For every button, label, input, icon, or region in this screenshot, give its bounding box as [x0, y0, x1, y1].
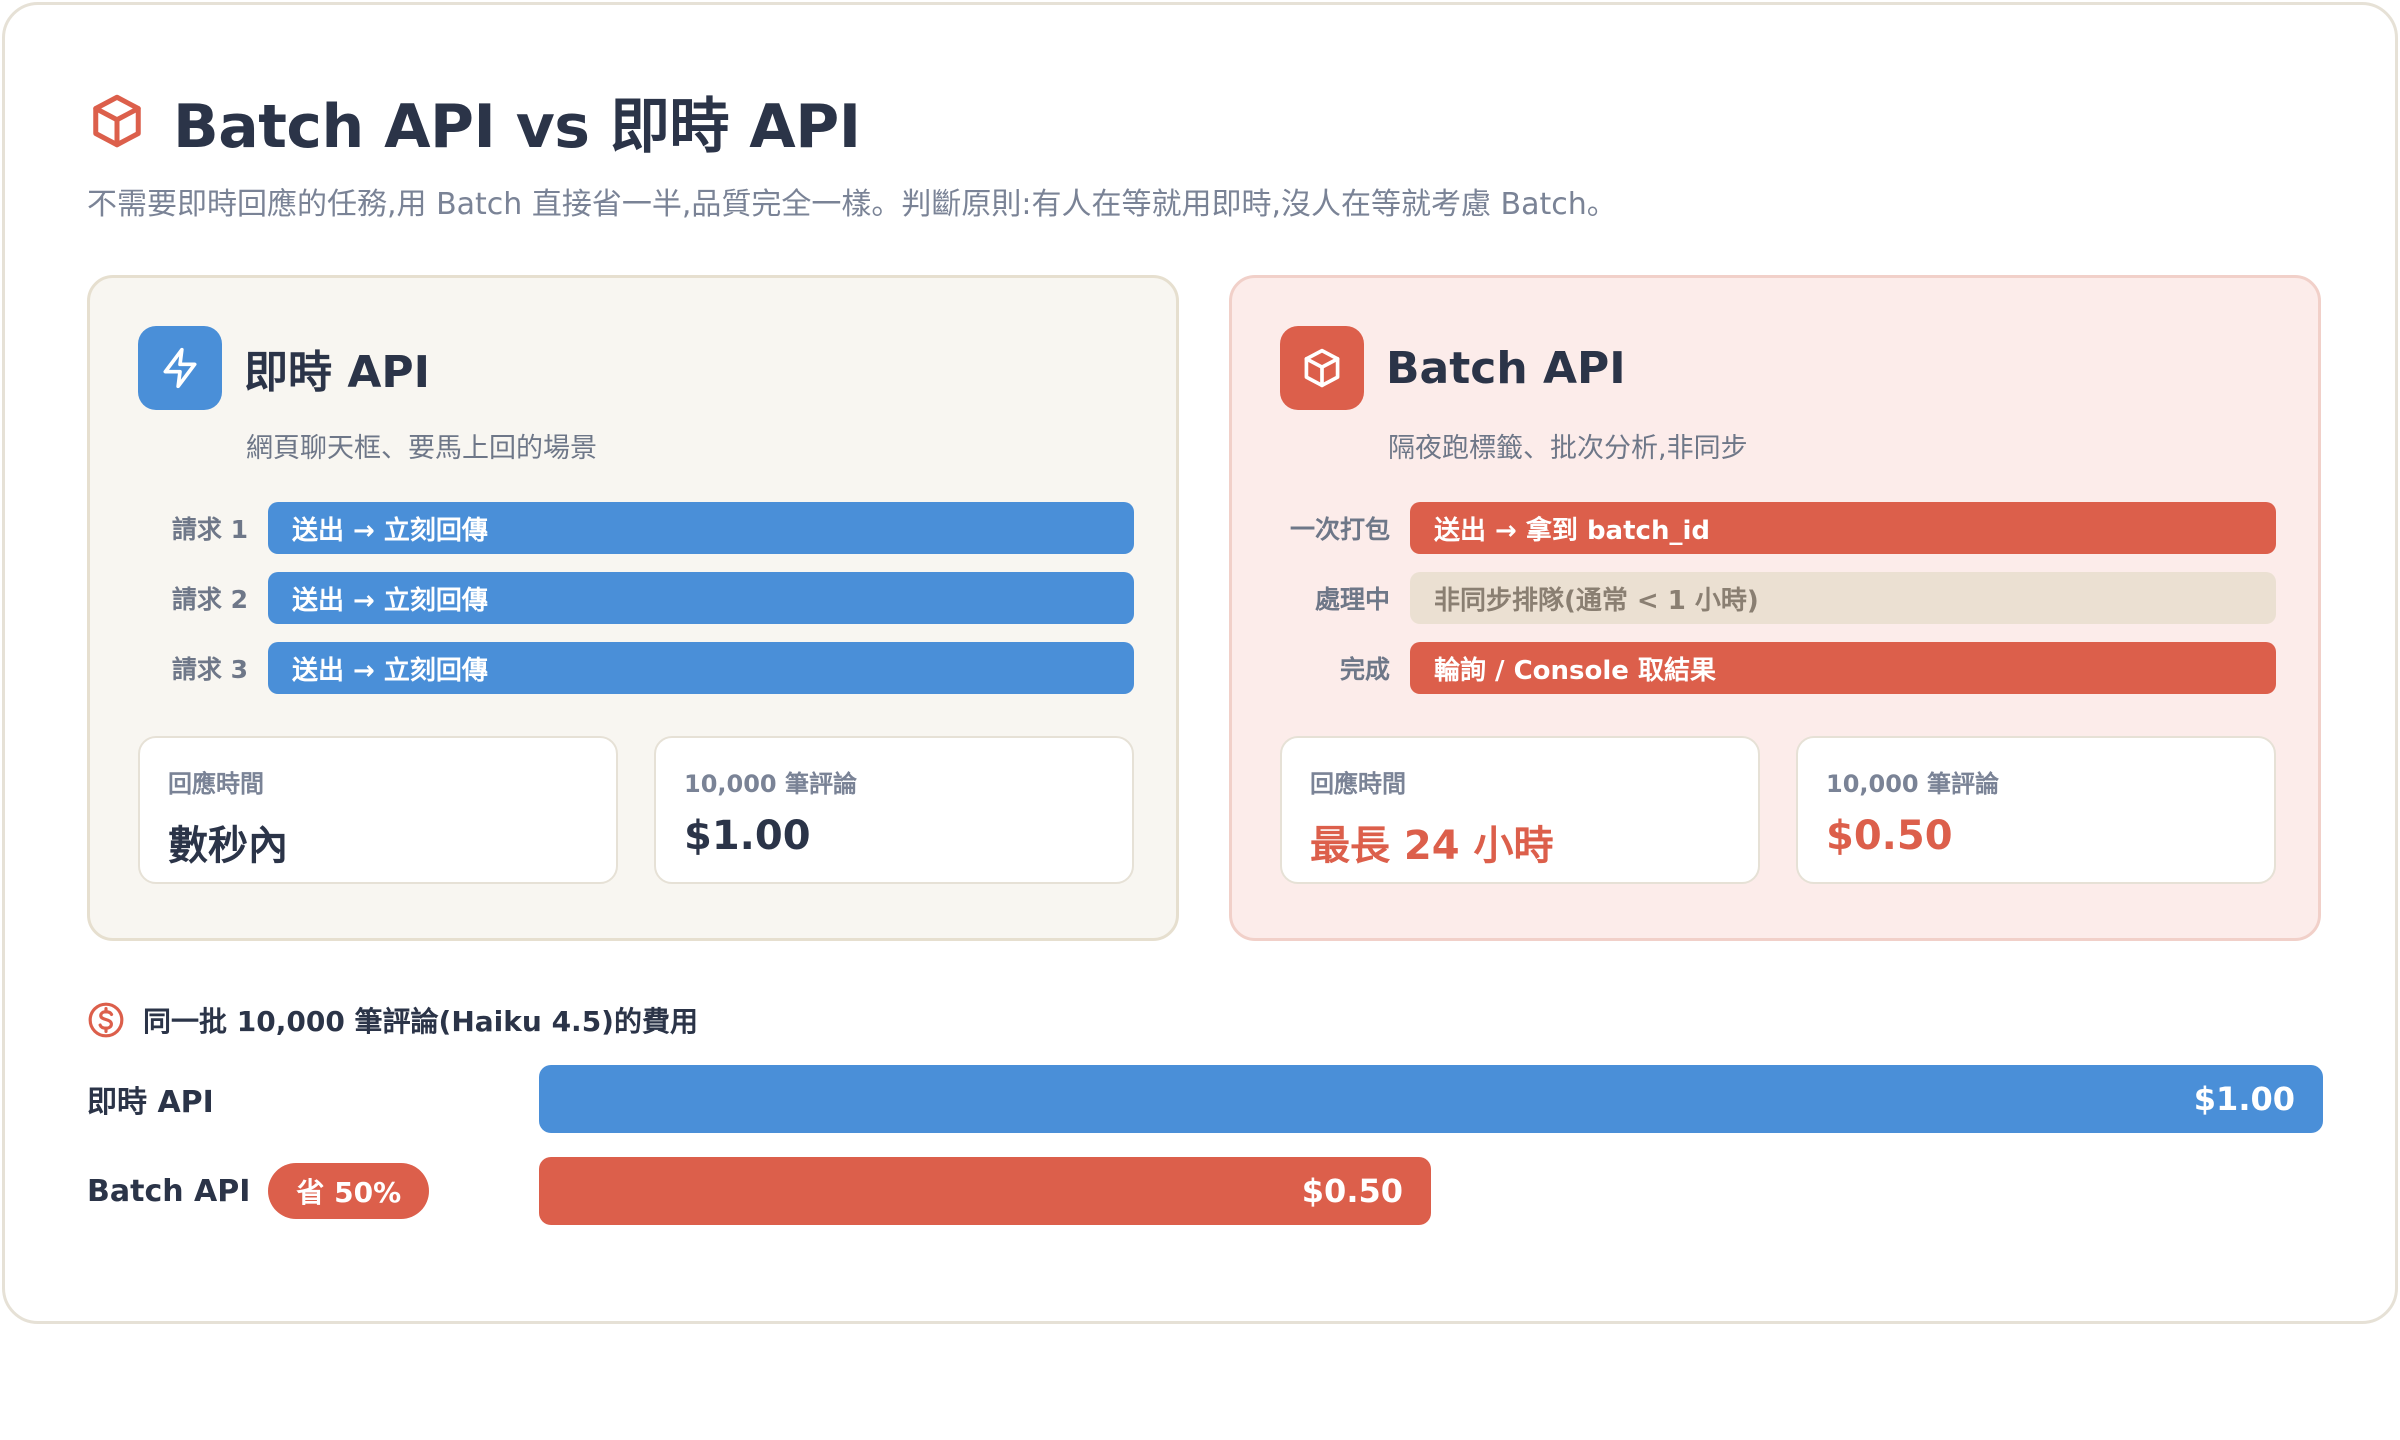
comparison-label-text: Batch API	[87, 1173, 251, 1209]
realtime-panel: 即時 API 網頁聊天框、要馬上回的場景 請求 1 送出 → 立刻回傳 請求 2…	[87, 275, 1179, 941]
box-icon	[93, 94, 141, 148]
batch-subtitle: 隔夜跑標籤、批次分析,非同步	[1388, 433, 1748, 464]
step-label: 完成	[1339, 655, 1390, 684]
main-card: Batch API vs 即時 API 不需要即時回應的任務,用 Batch 直…	[2, 2, 2398, 1324]
comparison-head: 同一批 10,000 筆評論(Haiku 4.5)的費用	[87, 997, 2323, 1043]
header: Batch API vs 即時 API 不需要即時回應的任務,用 Batch 直…	[87, 85, 2327, 223]
batch-panel: Batch API 隔夜跑標籤、批次分析,非同步 一次打包 送出 → 拿到 ba…	[1229, 275, 2321, 941]
comparison-row-label: Batch API 省 50%	[87, 1163, 539, 1219]
dollar-icon	[88, 1002, 124, 1038]
step-bar: 非同步排隊(通常 < 1 小時)	[1410, 572, 2276, 624]
batch-step: 一次打包 送出 → 拿到 batch_id	[1280, 502, 2276, 554]
step-label: 一次打包	[1289, 515, 1390, 544]
batch-badge	[1280, 326, 1364, 410]
batch-title: Batch API	[1386, 342, 1626, 394]
realtime-subtitle: 網頁聊天框、要馬上回的場景	[246, 433, 597, 464]
comparison-bar-realtime: $1.00	[539, 1065, 2323, 1133]
batch-panel-head: Batch API	[1280, 326, 1626, 410]
comparison-row-batch: Batch API 省 50% $0.50	[87, 1157, 2323, 1225]
step-bar: 輪詢 / Console 取結果	[1410, 642, 2276, 694]
lightning-icon	[163, 347, 197, 389]
comparison-bar-batch: $0.50	[539, 1157, 1431, 1225]
stat-card: 10,000 筆評論 $1.00	[654, 736, 1134, 884]
comparison-row-label: 即時 API	[87, 1077, 539, 1121]
realtime-step: 請求 3 送出 → 立刻回傳	[138, 642, 1134, 694]
step-label: 請求 3	[171, 655, 248, 684]
comparison-row-realtime: 即時 API $1.00	[87, 1065, 2323, 1133]
stat-card: 10,000 筆評論 $0.50	[1796, 736, 2276, 884]
cost-comparison: 同一批 10,000 筆評論(Haiku 4.5)的費用 即時 API $1.0…	[87, 997, 2323, 1225]
step-bar: 送出 → 立刻回傳	[268, 572, 1134, 624]
realtime-step: 請求 1 送出 → 立刻回傳	[138, 502, 1134, 554]
stat-label: 10,000 筆評論	[684, 770, 857, 798]
page-subtitle: 不需要即時回應的任務,用 Batch 直接省一半,品質完全一樣。判斷原則:有人在…	[87, 187, 1617, 222]
savings-badge: 省 50%	[268, 1163, 430, 1219]
batch-step: 處理中 非同步排隊(通常 < 1 小時)	[1280, 572, 2276, 624]
comparison-title: 同一批 10,000 筆評論(Haiku 4.5)的費用	[143, 1005, 698, 1038]
step-label: 請求 2	[171, 585, 248, 614]
comparison-track: $0.50	[539, 1157, 2323, 1225]
realtime-panel-head: 即時 API	[138, 326, 430, 410]
realtime-steps: 請求 1 送出 → 立刻回傳 請求 2 送出 → 立刻回傳 請求 3 送出 → …	[138, 502, 1134, 712]
comparison-label-text: 即時 API	[87, 1085, 214, 1120]
realtime-step: 請求 2 送出 → 立刻回傳	[138, 572, 1134, 624]
step-label: 處理中	[1314, 585, 1390, 614]
stat-value: $0.50	[1826, 813, 1953, 859]
step-bar: 送出 → 立刻回傳	[268, 502, 1134, 554]
comparison-track: $1.00	[539, 1065, 2323, 1133]
batch-step: 完成 輪詢 / Console 取結果	[1280, 642, 2276, 694]
batch-stats: 回應時間 最長 24 小時 10,000 筆評論 $0.50	[1280, 736, 2276, 884]
box-icon	[1304, 348, 1340, 388]
step-bar: 送出 → 拿到 batch_id	[1410, 502, 2276, 554]
step-label: 請求 1	[171, 515, 248, 544]
realtime-badge	[138, 326, 222, 410]
step-bar: 送出 → 立刻回傳	[268, 642, 1134, 694]
stat-label: 回應時間	[168, 770, 264, 798]
page-title: Batch API vs 即時 API	[173, 91, 861, 162]
title-row: Batch API vs 即時 API	[87, 85, 2327, 162]
stat-value: 最長 24 小時	[1310, 823, 1554, 869]
realtime-title: 即時 API	[244, 347, 430, 398]
stat-label: 回應時間	[1310, 770, 1406, 798]
stat-label: 10,000 筆評論	[1826, 770, 1999, 798]
stat-card: 回應時間 最長 24 小時	[1280, 736, 1760, 884]
realtime-stats: 回應時間 數秒內 10,000 筆評論 $1.00	[138, 736, 1134, 884]
stat-value: 數秒內	[168, 823, 288, 869]
batch-steps: 一次打包 送出 → 拿到 batch_id 處理中 非同步排隊(通常 < 1 小…	[1280, 502, 2276, 712]
stat-value: $1.00	[684, 813, 811, 859]
stat-card: 回應時間 數秒內	[138, 736, 618, 884]
